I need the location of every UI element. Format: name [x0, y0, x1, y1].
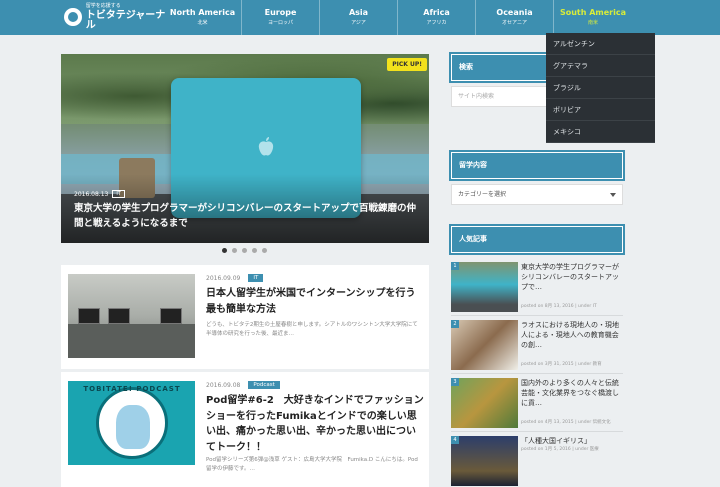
popular-title[interactable]: ラオスにおける現地人の・現地人による・現地人への教育機会の創… [521, 320, 621, 350]
article-category-tag[interactable]: IT [248, 274, 264, 282]
rank-badge: 3 [451, 378, 459, 386]
dropdown-item-argentina[interactable]: アルゼンチン [546, 33, 655, 55]
article-excerpt: どうも、トビタテ2期生の土屋春樹と申します。シアトルのワシントン大学大学院にて半… [206, 322, 418, 337]
popular-item[interactable]: 1 東京大学の学生プログラマーがシリコンバレーのスタートアップで… posted… [451, 258, 623, 316]
main-nav: North America 北米 Europe ヨーロッパ Asia アジア A… [164, 0, 632, 35]
hero-meta: 2016.08.13 IT [74, 190, 125, 198]
nav-asia[interactable]: Asia アジア [320, 0, 398, 35]
popular-meta: posted on 3月 31, 2015 | under 教育 [521, 362, 602, 367]
nav-south-america[interactable]: South America 南米 [554, 0, 632, 35]
popular-meta: posted on 4月 13, 2015 | under 伝統文化 [521, 420, 611, 425]
site-logo[interactable]: 留学を応援する トビタテジャーナル [64, 2, 174, 31]
slider-dot-2[interactable] [232, 248, 237, 253]
apple-logo-icon [258, 137, 274, 156]
hero-category-tag[interactable]: IT [112, 190, 125, 198]
podcast-logo-text: TOBITATE! PODCAST [83, 385, 181, 393]
category-widget-title: 留学内容 [449, 150, 625, 181]
hero-title[interactable]: 東京大学の学生プログラマーがシリコンバレーのスタートアップで百戦錬磨の仲間と戦え… [74, 202, 419, 231]
category-select[interactable]: カテゴリーを選択 [451, 184, 623, 205]
slider-dots [222, 248, 267, 253]
south-america-dropdown: アルゼンチン グアテマラ ブラジル ボリビア メキシコ [546, 33, 655, 143]
dropdown-item-mexico[interactable]: メキシコ [546, 121, 655, 143]
article-excerpt: Pod留学シリーズ第6弾@浅草 ゲスト：広島大学大学院 Fumika.D こんに… [206, 457, 418, 472]
popular-title[interactable]: 国内外のより多くの人々と伝統芸能・文化業界をつなぐ橋渡しに貢… [521, 378, 621, 408]
popular-thumbnail[interactable]: 4 [451, 436, 518, 486]
nav-africa[interactable]: Africa アフリカ [398, 0, 476, 35]
popular-meta: posted on 8月 13, 2016 | under IT [521, 304, 597, 309]
site-header: 留学を応援する トビタテジャーナル North America 北米 Europ… [0, 0, 720, 35]
nav-oceania[interactable]: Oceania オセアニア [476, 0, 554, 35]
popular-thumbnail[interactable]: 1 [451, 262, 518, 312]
popular-thumbnail[interactable]: 2 [451, 320, 518, 370]
popular-item[interactable]: 3 国内外のより多くの人々と伝統芸能・文化業界をつなぐ橋渡しに貢… posted… [451, 374, 623, 432]
popular-thumbnail[interactable]: 3 [451, 378, 518, 428]
slider-dot-4[interactable] [252, 248, 257, 253]
dropdown-item-guatemala[interactable]: グアテマラ [546, 55, 655, 77]
logo-icon [64, 8, 82, 26]
article-card[interactable]: TOBITATE! PODCAST 2016.09.08 Podcast Pod… [61, 372, 429, 487]
hero-date: 2016.08.13 [74, 190, 109, 198]
rank-badge: 4 [451, 436, 459, 444]
article-date: 2016.09.08 [206, 381, 241, 389]
article-title[interactable]: 日本人留学生が米国でインターンシップを行う最も簡単な方法 [206, 286, 424, 317]
logo-title: トビタテジャーナル [85, 9, 166, 31]
article-card[interactable]: 2016.09.09 IT 日本人留学生が米国でインターンシップを行う最も簡単な… [61, 265, 429, 369]
dropdown-item-brazil[interactable]: ブラジル [546, 77, 655, 99]
article-title[interactable]: Pod留学#6-2 大好きなインドでファッションショーを行ったFumikaとイン… [206, 393, 424, 455]
nav-europe[interactable]: Europe ヨーロッパ [242, 0, 320, 35]
article-thumbnail[interactable]: TOBITATE! PODCAST [68, 381, 195, 465]
slider-dot-3[interactable] [242, 248, 247, 253]
article-list: 2016.09.09 IT 日本人留学生が米国でインターンシップを行う最も簡単な… [61, 265, 429, 487]
podcast-mascot-image [116, 405, 150, 449]
rank-badge: 1 [451, 262, 459, 270]
popular-title[interactable]: 東京大学の学生プログラマーがシリコンバレーのスタートアップで… [521, 262, 621, 292]
popular-widget-title: 人気記事 [449, 224, 625, 255]
rank-badge: 2 [451, 320, 459, 328]
article-date: 2016.09.09 [206, 274, 241, 282]
popular-title[interactable]: 「人種大国イギリス」 [521, 436, 621, 446]
article-category-tag[interactable]: Podcast [248, 381, 280, 389]
popular-item[interactable]: 2 ラオスにおける現地人の・現地人による・現地人への教育機会の創… posted… [451, 316, 623, 374]
popular-meta: posted on 1月 5, 2016 | under 医療 [521, 447, 599, 452]
nav-north-america[interactable]: North America 北米 [164, 0, 242, 35]
slider-dot-1[interactable] [222, 248, 227, 253]
popular-item[interactable]: 4 「人種大国イギリス」 posted on 1月 5, 2016 | unde… [451, 432, 623, 487]
dropdown-item-bolivia[interactable]: ボリビア [546, 99, 655, 121]
article-thumbnail[interactable] [68, 274, 195, 358]
hero-slide[interactable]: PICK UP! 2016.08.13 IT 東京大学の学生プログラマーがシリコ… [61, 54, 429, 243]
slider-dot-5[interactable] [262, 248, 267, 253]
chevron-down-icon [610, 193, 616, 197]
pickup-badge: PICK UP! [387, 58, 427, 71]
logo-tagline: 留学を応援する [85, 2, 121, 9]
